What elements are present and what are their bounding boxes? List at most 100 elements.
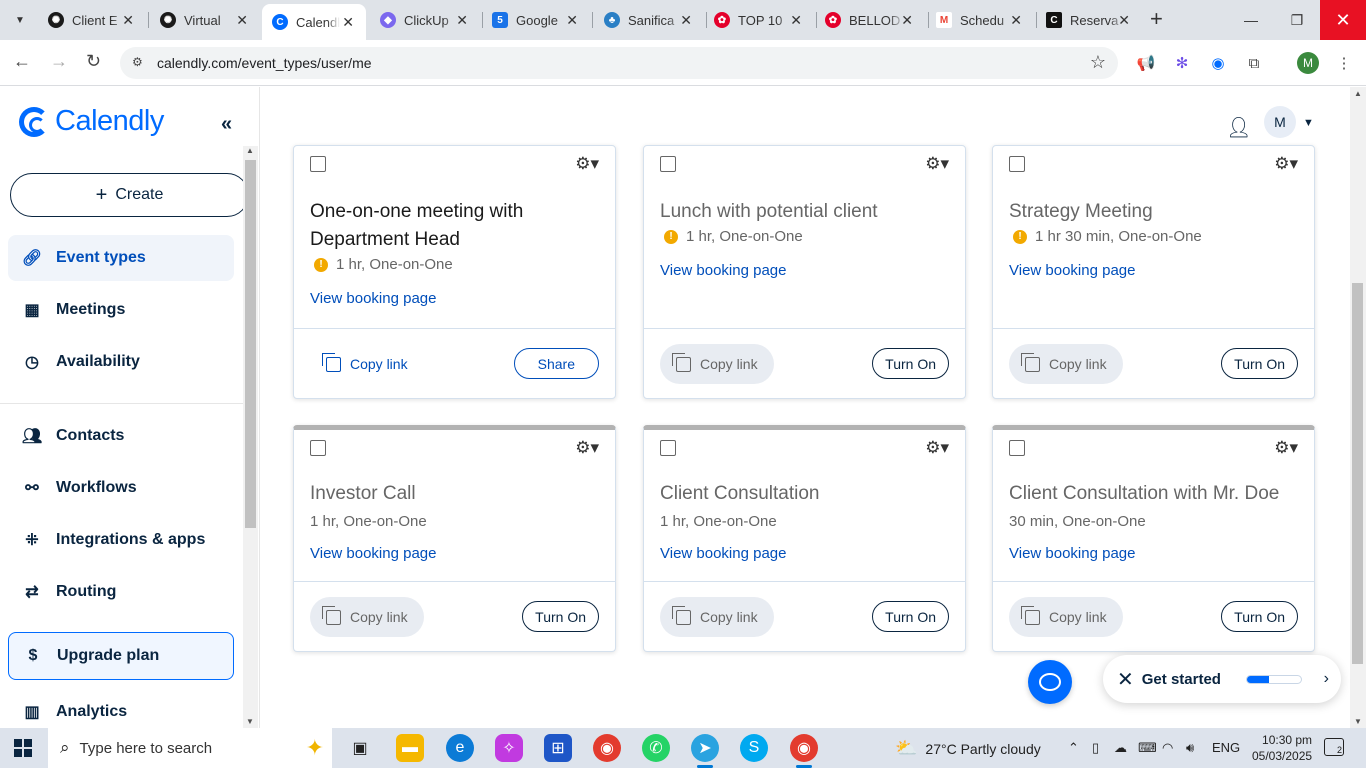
browser-profile-avatar[interactable]: M [1297, 52, 1319, 74]
browser-tab[interactable]: ✿ BELLOD ✕ [815, 4, 925, 36]
tab-close-icon[interactable]: ✕ [1118, 12, 1130, 29]
gear-icon[interactable]: ⚙▾ [925, 438, 949, 458]
gear-icon[interactable]: ⚙▾ [925, 154, 949, 174]
site-info-icon[interactable]: ⚙ [132, 55, 148, 71]
turn-on-button[interactable]: Turn On [872, 348, 949, 379]
tab-search-icon[interactable]: ▼ [10, 10, 30, 30]
select-checkbox[interactable] [660, 440, 676, 456]
browser-tab[interactable]: ✿ TOP 10 ✕ [704, 4, 814, 36]
close-icon[interactable]: ✕ [1117, 667, 1134, 692]
device-icon[interactable]: ▯ [1092, 740, 1099, 756]
address-bar[interactable]: ⚙ calendly.com/event_types/user/me ☆ [120, 47, 1118, 79]
select-checkbox[interactable] [1009, 440, 1025, 456]
turn-on-button[interactable]: Turn On [522, 601, 599, 632]
task-view-icon[interactable]: ▣ [346, 734, 374, 762]
sidebar-item-routing[interactable]: ⇄ Routing [8, 569, 234, 615]
megaphone-extension-icon[interactable]: 📢 [1136, 53, 1156, 73]
view-booking-page-link[interactable]: View booking page [660, 262, 787, 279]
sidebar-item-meetings[interactable]: ▦ Meetings [8, 287, 234, 333]
new-tab-button[interactable]: + [1150, 8, 1163, 30]
get-started-widget[interactable]: ✕ Get started › [1103, 655, 1341, 703]
copy-link-button[interactable]: Copy link [660, 344, 774, 384]
chrome-icon[interactable]: ◉ [593, 734, 621, 762]
collapse-sidebar-icon[interactable]: « [221, 113, 232, 136]
tab-close-icon[interactable]: ✕ [790, 12, 802, 29]
sidebar-item-integrations[interactable]: ⁜ Integrations & apps [8, 517, 234, 563]
url-text[interactable]: calendly.com/event_types/user/me [157, 55, 372, 71]
copy-link-button[interactable]: Copy link [1009, 597, 1123, 637]
copy-link-button[interactable]: Copy link [660, 597, 774, 637]
view-booking-page-link[interactable]: View booking page [310, 545, 437, 562]
cloud-icon[interactable]: ☁ [1114, 740, 1127, 756]
turn-on-button[interactable]: Turn On [1221, 601, 1298, 632]
close-window-button[interactable]: ✕ [1320, 0, 1366, 40]
tab-close-icon[interactable]: ✕ [901, 12, 913, 29]
view-booking-page-link[interactable]: View booking page [1009, 262, 1136, 279]
gear-icon[interactable]: ⚙▾ [575, 438, 599, 458]
sidebar-item-upgrade-plan[interactable]: $ Upgrade plan [8, 632, 234, 680]
copy-link-button[interactable]: Copy link [310, 344, 424, 384]
forward-arrow-icon[interactable]: → [50, 51, 68, 72]
copilot-icon[interactable]: ✧ [495, 734, 523, 762]
select-checkbox[interactable] [310, 440, 326, 456]
store-icon[interactable]: ⊞ [544, 734, 572, 762]
browser-tab[interactable]: M Schedu ✕ [926, 4, 1034, 36]
tab-close-icon[interactable]: ✕ [122, 12, 134, 29]
main-scrollbar[interactable]: ▲ ▼ [1350, 87, 1366, 728]
taskbar-search[interactable]: ⌕ Type here to search ✦ [48, 728, 332, 768]
sidebar-item-availability[interactable]: ◷ Availability [8, 339, 234, 385]
back-arrow-icon[interactable]: ← [13, 51, 31, 72]
notification-center-icon[interactable]: 2 [1324, 738, 1344, 756]
scroll-down-arrow-icon[interactable]: ▼ [1354, 717, 1362, 726]
browser-tab[interactable]: 5 Google ✕ [482, 4, 590, 36]
sidebar-scroll-thumb[interactable] [245, 160, 256, 528]
copy-link-button[interactable]: Copy link [310, 597, 424, 637]
turn-on-button[interactable]: Turn On [872, 601, 949, 632]
scroll-up-arrow-icon[interactable]: ▲ [246, 146, 254, 155]
weather-widget[interactable]: ⛅ 27°C Partly cloudy [895, 738, 1041, 759]
minimize-button[interactable]: — [1228, 0, 1274, 40]
tab-close-icon[interactable]: ✕ [566, 12, 578, 29]
restore-button[interactable]: ❐ [1274, 0, 1320, 40]
scroll-down-arrow-icon[interactable]: ▼ [246, 717, 254, 726]
view-booking-page-link[interactable]: View booking page [660, 545, 787, 562]
browser-tab[interactable]: ◆ ClickUp ✕ [370, 4, 480, 36]
sidebar-scrollbar[interactable]: ▲ ▼ [243, 146, 258, 728]
bookmark-star-icon[interactable]: ☆ [1090, 52, 1106, 73]
view-booking-page-link[interactable]: View booking page [1009, 545, 1136, 562]
chevron-down-icon[interactable]: ▼ [1303, 117, 1314, 129]
file-explorer-icon[interactable]: ▬ [396, 734, 424, 762]
tab-close-icon[interactable]: ✕ [342, 14, 354, 31]
chat-button[interactable] [1028, 660, 1072, 704]
gear-icon[interactable]: ⚙▾ [1274, 438, 1298, 458]
browser-tab[interactable]: ✺ Virtual ✕ [150, 4, 260, 36]
edge-icon[interactable]: e [446, 734, 474, 762]
telegram-icon[interactable]: ➤ [691, 734, 719, 768]
chevron-up-icon[interactable]: ⌃ [1068, 740, 1079, 756]
main-scroll-thumb[interactable] [1352, 283, 1363, 664]
tab-close-icon[interactable]: ✕ [236, 12, 248, 29]
browser-tab-active[interactable]: C Calendly ✕ [262, 4, 366, 40]
select-checkbox[interactable] [310, 156, 326, 172]
copy-link-button[interactable]: Copy link [1009, 344, 1123, 384]
tab-close-icon[interactable]: ✕ [1010, 12, 1022, 29]
scroll-up-arrow-icon[interactable]: ▲ [1354, 89, 1362, 98]
wifi-icon[interactable]: ◠ [1162, 740, 1173, 756]
whatsapp-icon[interactable]: ✆ [642, 734, 670, 762]
invite-user-icon[interactable]: 👤︎ [1226, 115, 1251, 140]
sidebar-item-workflows[interactable]: ⚯ Workflows [8, 465, 234, 511]
browser-tab[interactable]: ♣ Sanifica ✕ [594, 4, 704, 36]
language-indicator[interactable]: ENG [1212, 740, 1240, 755]
sidebar-item-contacts[interactable]: 👥︎ Contacts [8, 413, 234, 459]
select-checkbox[interactable] [1009, 156, 1025, 172]
tab-close-icon[interactable]: ✕ [680, 12, 692, 29]
skype-icon[interactable]: S [740, 734, 768, 762]
windows-start-icon[interactable] [14, 739, 32, 757]
browser-tab[interactable]: ✺ Client E ✕ [38, 4, 146, 36]
calendly-extension-icon[interactable]: ◉ [1208, 53, 1228, 73]
tab-close-icon[interactable]: ✕ [456, 12, 468, 29]
share-button[interactable]: Share [513, 348, 599, 379]
browser-menu-icon[interactable]: ⋮ [1334, 53, 1354, 73]
gear-icon[interactable]: ⚙▾ [1274, 154, 1298, 174]
chrome-profile-icon[interactable]: ◉ [790, 734, 818, 768]
